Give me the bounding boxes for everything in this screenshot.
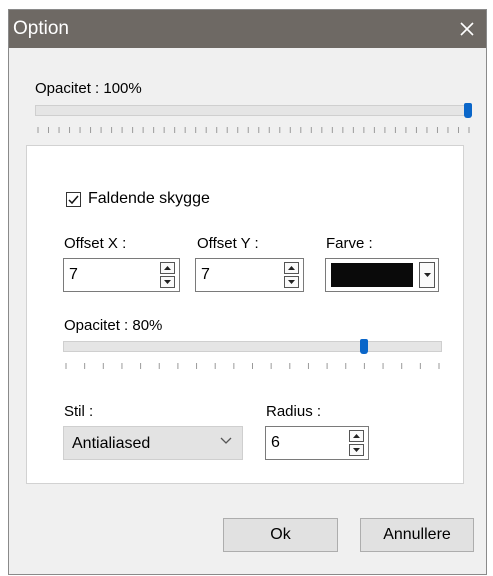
drop-shadow-checkbox[interactable] [66,192,81,207]
close-button[interactable] [448,10,486,48]
radius-down-button[interactable] [349,444,364,456]
radius-label: Radius : [266,403,322,420]
style-select[interactable]: Antialiased [63,426,243,460]
shadow-opacity-label: Opacitet : 80% [64,317,163,334]
ok-button[interactable]: Ok [223,518,338,552]
opacity-label: Opacitet : 100% [35,80,142,97]
offset-x-up-button[interactable] [160,262,175,274]
title-bar: Option [9,10,486,48]
offset-y-up-button[interactable] [284,262,299,274]
checkmark-icon [68,195,79,205]
cancel-button[interactable]: Annullere [360,518,474,552]
color-dropdown-button[interactable] [419,262,435,288]
radius-field[interactable]: 6 [265,426,369,460]
arrow-up-icon [164,266,171,270]
arrow-down-icon [164,280,171,284]
offset-x-down-button[interactable] [160,276,175,288]
arrow-down-icon [423,273,431,277]
arrow-down-icon [288,280,295,284]
offset-x-label: Offset X : [64,235,127,252]
arrow-up-icon [288,266,295,270]
color-label: Farve : [326,235,373,252]
opacity-slider-thumb[interactable] [464,103,472,118]
offset-y-down-button[interactable] [284,276,299,288]
opacity-slider-track[interactable] [35,105,472,116]
arrow-up-icon [353,434,360,438]
offset-y-field[interactable]: 7 [195,258,304,292]
style-label: Stil : [64,403,94,420]
arrow-down-icon [353,448,360,452]
offset-y-value: 7 [201,266,210,283]
radius-up-button[interactable] [349,430,364,442]
opacity-slider-ticks [37,127,470,133]
close-icon [460,22,474,36]
shadow-opacity-slider-track[interactable] [63,341,442,352]
offset-x-field[interactable]: 7 [63,258,180,292]
shadow-opacity-slider-thumb[interactable] [359,339,368,354]
radius-value: 6 [271,434,280,451]
color-picker[interactable] [325,258,439,292]
chevron-down-icon [220,437,232,444]
color-swatch [331,263,413,287]
drop-shadow-label: Faldende skygge [88,190,210,207]
shadow-opacity-slider-ticks [65,363,440,369]
offset-y-label: Offset Y : [197,235,259,252]
dialog-title: Option [13,18,69,39]
style-select-value: Antialiased [72,435,151,452]
offset-x-value: 7 [69,266,78,283]
